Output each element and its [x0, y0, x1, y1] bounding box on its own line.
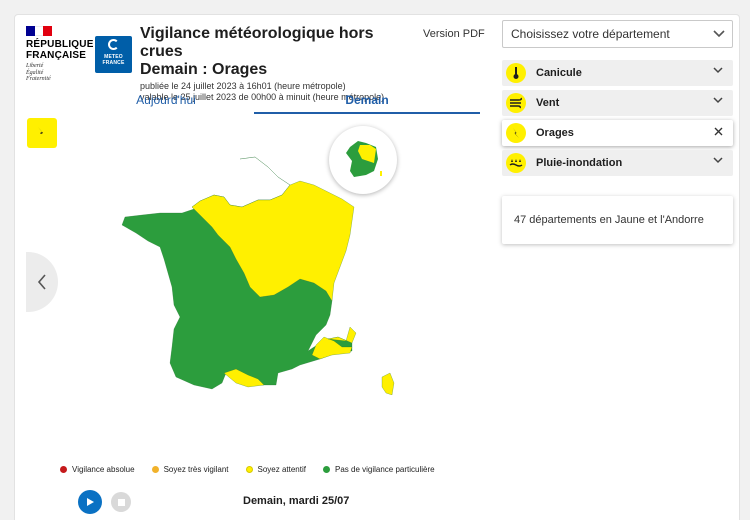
current-phenomenon-indicator [27, 118, 57, 148]
page-subtitle: Demain : Orages [140, 61, 268, 78]
pdf-version-link[interactable]: Version PDF [423, 28, 485, 40]
republic-name: RÉPUBLIQUE FRANÇAISE [26, 39, 94, 61]
stop-button[interactable] [111, 492, 131, 512]
lightning-icon [38, 127, 46, 139]
thermometer-icon [506, 63, 526, 83]
chevron-down-icon [713, 30, 725, 38]
tab-tomorrow[interactable]: Demain [254, 86, 480, 114]
rain-flood-icon [506, 153, 526, 173]
play-button[interactable] [78, 490, 102, 514]
meteo-france-logo[interactable]: METEO FRANCE [95, 36, 132, 73]
phenomenon-item-vent[interactable]: Vent [502, 90, 733, 116]
tab-today[interactable]: Aujourd'hui [60, 86, 272, 114]
chevron-down-icon [713, 97, 723, 104]
stop-icon [117, 498, 125, 506]
phenomenon-item-pluie-inondation[interactable]: Pluie-inondation [502, 150, 733, 176]
meteo-france-glyph-icon [108, 39, 119, 50]
phenomenon-item-orages[interactable]: Orages [502, 120, 733, 146]
mini-france-icon [346, 141, 382, 177]
close-icon[interactable] [714, 127, 723, 136]
vigilance-summary: 47 départements en Jaune et l'Andorre [502, 196, 733, 244]
page-title: Vigilance météorologique hors crues [140, 25, 374, 60]
chevron-left-icon [37, 274, 46, 290]
chevron-down-icon [713, 157, 723, 164]
legend: Vigilance absolue Soyez très vigilant So… [60, 465, 452, 474]
french-flag-icon [26, 26, 53, 36]
legend-item-red: Vigilance absolue [60, 465, 135, 474]
player-date-label: Demain, mardi 25/07 [243, 495, 350, 507]
republic-motto: Liberté Égalité Fraternité [26, 63, 51, 82]
legend-item-orange: Soyez très vigilant [151, 465, 229, 474]
legend-item-yellow: Soyez attentif [245, 465, 306, 474]
orange-dot-icon [151, 466, 159, 473]
play-icon [87, 498, 94, 506]
green-dot-icon [322, 466, 330, 473]
map-zone-corsica[interactable] [381, 372, 395, 395]
chevron-down-icon [713, 67, 723, 74]
republique-francaise-logo: RÉPUBLIQUE FRANÇAISE Liberté Égalité Fra… [26, 26, 94, 83]
department-select[interactable]: Choisissez votre département [502, 20, 733, 48]
red-dot-icon [60, 466, 67, 473]
legend-item-green: Pas de vigilance particulière [322, 465, 435, 474]
wind-icon [506, 93, 526, 113]
phenomenon-item-canicule[interactable]: Canicule [502, 60, 733, 86]
day-tabs: Aujourd'hui Demain [60, 86, 480, 114]
lightning-icon [506, 123, 526, 143]
yellow-dot-icon [245, 466, 253, 473]
mini-map[interactable] [329, 126, 397, 194]
